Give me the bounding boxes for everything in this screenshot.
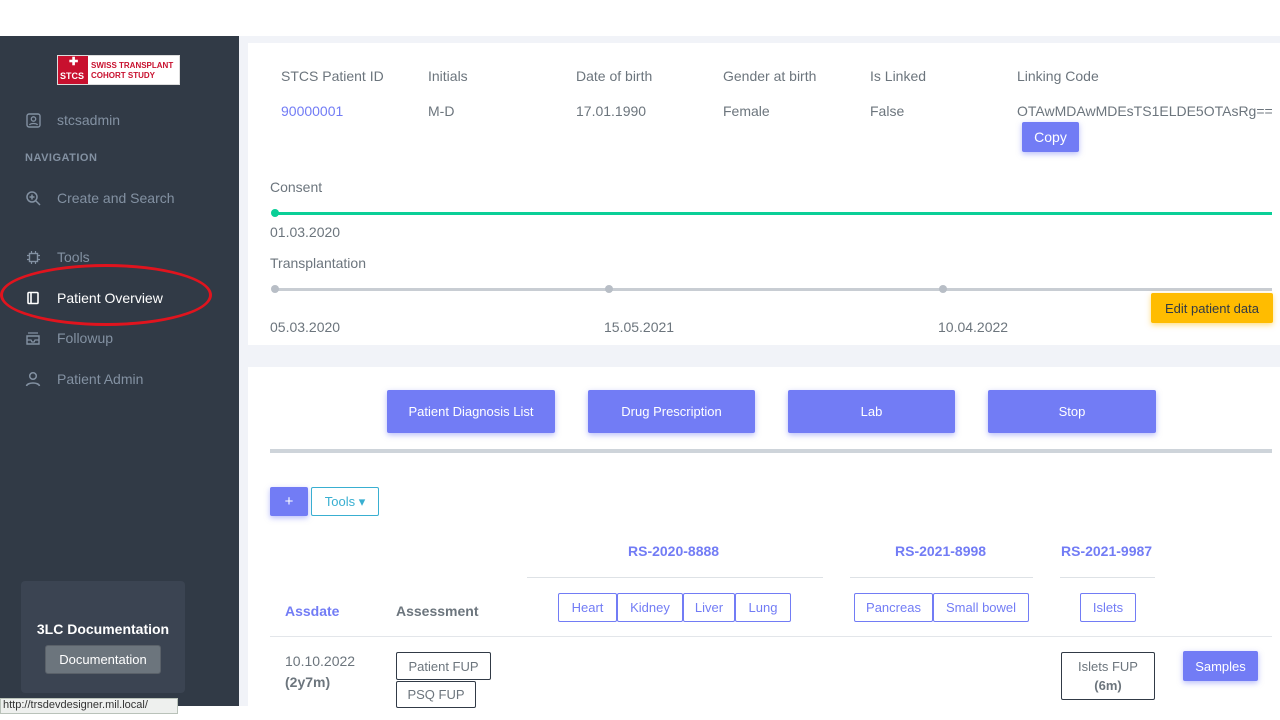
annotation-ellipse: [0, 264, 212, 326]
row-date: 10.10.2022: [285, 653, 356, 669]
chip-icon: [25, 249, 41, 265]
logo-line1: SWISS TRANSPLANT: [91, 61, 174, 70]
row-elapsed: (2y7m): [285, 674, 331, 690]
inbox-icon: [25, 330, 41, 346]
organ-islets-button[interactable]: Islets: [1080, 593, 1136, 622]
copy-button[interactable]: Copy: [1022, 122, 1079, 152]
sidebar-item-followup[interactable]: Followup: [25, 327, 113, 349]
transplant-dot-3[interactable]: [939, 285, 947, 293]
table-row-divider: [270, 636, 1272, 637]
sidebar-item-label: Patient Admin: [57, 371, 144, 387]
nav-title: NAVIGATION: [25, 152, 98, 164]
header-gender: Gender at birth: [723, 68, 817, 84]
stcs-logo[interactable]: ✚ STCS SWISS TRANSPLANT COHORT STUDY: [57, 55, 180, 85]
group-header-1: RS-2020-8888: [628, 543, 720, 559]
organ-small-bowel-button[interactable]: Small bowel: [933, 593, 1029, 622]
patient-diagnosis-list-button[interactable]: Patient Diagnosis List: [387, 390, 555, 433]
transplant-date-1: 05.03.2020: [270, 319, 341, 335]
transplant-dot-2[interactable]: [605, 285, 613, 293]
logo-line2: COHORT STUDY: [91, 71, 155, 80]
group-underline-3: [1060, 577, 1155, 578]
patient-initials: M-D: [428, 103, 455, 119]
sidebar-item-label: Followup: [57, 330, 114, 346]
sidebar-user[interactable]: stcsadmin: [25, 109, 120, 131]
patient-id-link[interactable]: 90000001: [281, 103, 343, 119]
header-dob: Date of birth: [576, 68, 653, 84]
sidebar-user-label: stcsadmin: [57, 112, 121, 128]
patient-gender: Female: [723, 103, 770, 119]
islets-fup-sub: (6m): [1094, 678, 1122, 693]
sidebar-item-create-search[interactable]: Create and Search: [25, 187, 175, 209]
organ-pancreas-button[interactable]: Pancreas: [854, 593, 933, 622]
transplant-date-2: 15.05.2021: [604, 319, 675, 335]
sidebar: ✚ STCS SWISS TRANSPLANT COHORT STUDY stc…: [0, 36, 239, 706]
organ-lung-button[interactable]: Lung: [735, 593, 791, 622]
consent-timeline-line: [275, 212, 1272, 215]
psq-fup-button[interactable]: PSQ FUP: [396, 681, 476, 708]
sidebar-item-patient-admin[interactable]: Patient Admin: [25, 368, 143, 390]
consent-date: 01.03.2020: [270, 224, 341, 240]
sidebar-item-label: Tools: [57, 249, 90, 265]
user-square-icon: [25, 112, 41, 128]
transplantation-label: Transplantation: [270, 255, 366, 271]
documentation-card: 3LC Documentation Documentation: [21, 581, 185, 693]
tools-dropdown[interactable]: Tools ▾: [311, 487, 379, 516]
header-is-linked: Is Linked: [870, 68, 927, 84]
header-linking-code: Linking Code: [1017, 68, 1099, 84]
organ-kidney-button[interactable]: Kidney: [617, 593, 683, 622]
stop-button[interactable]: Stop: [988, 390, 1156, 433]
status-url: http://trsdevdesigner.mil.local/: [0, 698, 178, 714]
transplant-date-3: 10.04.2022: [938, 319, 1009, 335]
consent-label: Consent: [270, 179, 323, 195]
user-icon: [25, 371, 41, 387]
header-patient-id: STCS Patient ID: [281, 68, 384, 84]
transplant-dot-1[interactable]: [271, 285, 279, 293]
assdate-header[interactable]: Assdate: [285, 603, 339, 619]
group-underline-2: [850, 577, 1033, 578]
drug-prescription-button[interactable]: Drug Prescription: [588, 390, 755, 433]
patient-linking-code: OTAwMDAwMDEsTS1ELDE5OTAsRg==: [1017, 103, 1273, 119]
group-underline-1: [527, 577, 823, 578]
search-plus-icon: [25, 190, 41, 206]
group-header-2: RS-2021-8998: [895, 543, 987, 559]
patient-is-linked: False: [870, 103, 905, 119]
patient-dob: 17.01.1990: [576, 103, 647, 119]
header-initials: Initials: [428, 68, 468, 84]
swiss-cross-logo: ✚ STCS: [58, 56, 88, 84]
islets-fup-button[interactable]: Islets FUP (6m): [1061, 652, 1155, 700]
transplant-timeline-line: [275, 288, 1272, 291]
organ-heart-button[interactable]: Heart: [558, 593, 617, 622]
assessment-header: Assessment: [396, 603, 479, 619]
patient-fup-button[interactable]: Patient FUP: [396, 652, 491, 680]
consent-timeline-dot: [271, 209, 279, 217]
organ-liver-button[interactable]: Liver: [683, 593, 735, 622]
islets-fup-label: Islets FUP: [1078, 659, 1138, 674]
sidebar-item-label: Create and Search: [57, 190, 175, 206]
lab-button[interactable]: Lab: [788, 390, 955, 433]
top-margin: [0, 0, 1280, 36]
patient-info-card: [248, 43, 1280, 345]
samples-button[interactable]: Samples: [1183, 651, 1258, 681]
documentation-title: 3LC Documentation: [36, 621, 170, 637]
add-button[interactable]: +: [270, 487, 308, 516]
section-divider: [270, 449, 1272, 453]
documentation-button[interactable]: Documentation: [45, 645, 161, 674]
group-header-3: RS-2021-9987: [1061, 543, 1153, 559]
edit-patient-data-button[interactable]: Edit patient data: [1151, 293, 1273, 323]
